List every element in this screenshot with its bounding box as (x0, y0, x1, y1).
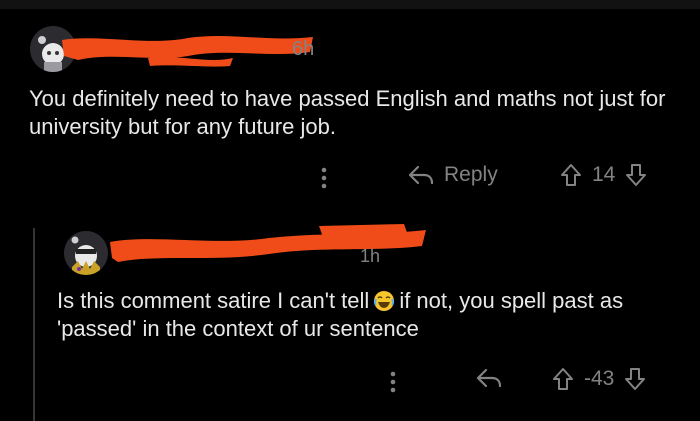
downvote-button[interactable] (624, 367, 646, 391)
redacted-username (110, 224, 426, 262)
redacted-username (62, 36, 313, 67)
more-options-button[interactable] (314, 163, 334, 193)
reply-button[interactable]: Reply (398, 163, 498, 187)
more-vertical-icon (390, 371, 396, 393)
timestamp: 6h (292, 38, 315, 60)
vote-controls: -43 (552, 367, 646, 391)
upvote-button[interactable] (552, 367, 574, 391)
more-options-button[interactable] (383, 367, 403, 397)
downvote-button[interactable] (625, 163, 647, 187)
thread-line[interactable] (33, 228, 35, 421)
vote-score: 14 (592, 163, 616, 186)
comment-text-start: Is this comment satire I can't tell (57, 288, 370, 313)
top-bar (0, 0, 700, 9)
upvote-button[interactable] (560, 163, 582, 187)
face-with-tears-of-joy-icon (373, 290, 395, 312)
more-vertical-icon (321, 167, 327, 189)
comment-body: Is this comment satire I can't tell if no… (57, 287, 667, 343)
reply-label: Reply (444, 163, 498, 186)
downvote-arrow-icon (625, 368, 646, 390)
vote-controls: 14 (560, 163, 647, 187)
timestamp: 1h (360, 246, 381, 266)
upvote-arrow-icon (553, 368, 573, 390)
vote-score: -43 (584, 367, 615, 390)
reply-icon (476, 367, 502, 389)
avatar[interactable] (64, 231, 108, 275)
reply-button[interactable] (466, 367, 502, 389)
downvote-arrow-icon (626, 164, 647, 186)
upvote-arrow-icon (561, 164, 581, 186)
comment-body: You definitely need to have passed Engli… (29, 86, 666, 139)
snoo-avatar-icon (64, 231, 108, 275)
reply-icon (408, 164, 434, 186)
